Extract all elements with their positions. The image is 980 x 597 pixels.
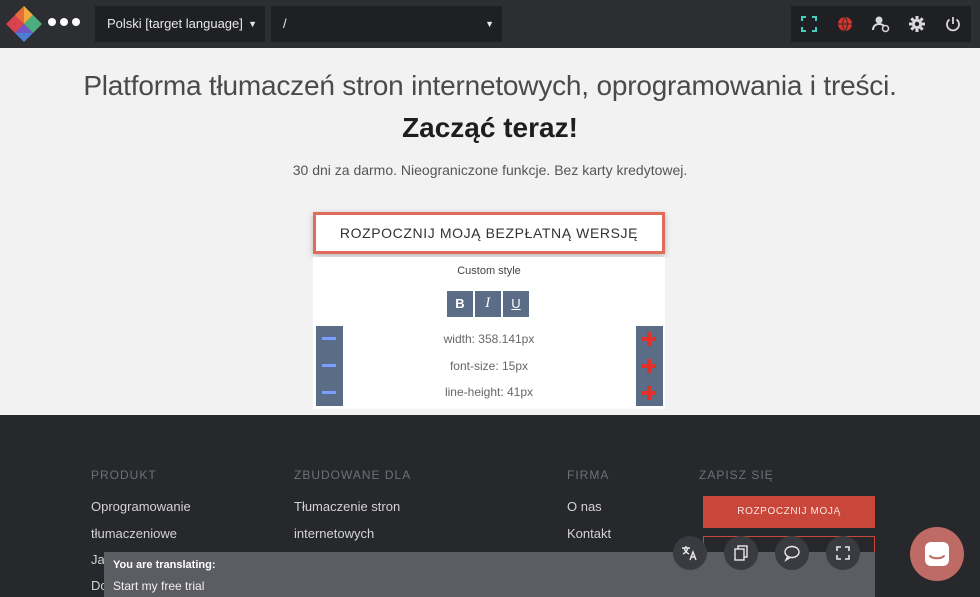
comment-button[interactable] <box>775 536 809 570</box>
globe-icon <box>838 16 852 32</box>
chevron-down-icon: ▼ <box>248 19 257 29</box>
copy-button[interactable] <box>724 536 758 570</box>
translating-label: You are translating: <box>113 559 216 571</box>
italic-button[interactable]: I <box>475 291 501 317</box>
hero-title: Platforma tłumaczeń stron internetowych,… <box>83 70 897 101</box>
increase-controls <box>636 326 663 406</box>
increase-line-height-icon[interactable] <box>642 386 656 400</box>
increase-width-icon[interactable] <box>642 332 656 346</box>
start-free-trial-button[interactable]: ROZPOCZNIJ MOJĄ BEZPŁATNĄ WERSJĘ <box>313 212 665 254</box>
footer-signup-button[interactable]: ROZPOCZNIJ MOJĄ <box>703 496 875 528</box>
editor-toolbar: Polski [target language] ▼ / ▼ <box>0 0 980 48</box>
gear-icon <box>909 16 925 32</box>
font-size-value: font-size: 15px <box>449 359 529 373</box>
footer-link[interactable]: internetowych <box>294 526 374 541</box>
language-globe-button[interactable] <box>827 6 863 42</box>
user-settings-button[interactable] <box>863 6 899 42</box>
custom-style-panel: Custom style B I U width: 358.141px font… <box>313 257 665 409</box>
logout-button[interactable] <box>935 6 971 42</box>
language-select-value: Polski [target language] <box>107 16 243 31</box>
panel-title: Custom style <box>457 265 521 277</box>
decrease-font-size-icon[interactable] <box>322 364 336 367</box>
translating-bar: You are translating: Start my free trial <box>104 552 875 597</box>
footer-heading-company: FIRMA <box>567 468 610 482</box>
decrease-line-height-icon[interactable] <box>322 391 336 394</box>
translate-icon <box>682 546 697 561</box>
width-value: width: 358.141px <box>443 332 535 346</box>
footer-heading-product: PRODUKT <box>91 468 157 482</box>
footer-heading-signup: ZAPISZ SIĘ <box>699 468 774 482</box>
copy-icon <box>734 545 748 561</box>
site-footer: PRODUKT Oprogramowanie tłumaczeniowe Ja … <box>0 415 980 597</box>
app-logo-icon[interactable] <box>5 5 43 43</box>
footer-link[interactable]: O nas <box>567 499 602 514</box>
page-path-select[interactable]: / ▼ <box>271 6 502 42</box>
translating-source-text: Start my free trial <box>113 579 205 593</box>
chevron-down-icon: ▼ <box>485 19 494 29</box>
chat-launcher-button[interactable] <box>910 527 964 581</box>
expand-button[interactable] <box>826 536 860 570</box>
footer-link[interactable]: Ja <box>91 552 105 567</box>
underline-button[interactable]: U <box>503 291 529 317</box>
footer-link[interactable]: Tłumaczenie stron <box>294 499 400 514</box>
fullscreen-button[interactable] <box>791 6 827 42</box>
user-settings-icon <box>872 16 890 33</box>
power-icon <box>946 17 960 32</box>
expand-icon <box>836 546 850 560</box>
settings-button[interactable] <box>899 6 935 42</box>
fullscreen-icon <box>801 16 817 32</box>
language-select[interactable]: Polski [target language] ▼ <box>95 6 265 42</box>
footer-link[interactable]: Oprogramowanie <box>91 499 191 514</box>
hero-note: 30 dni za darmo. Nieograniczone funkcje.… <box>292 162 688 178</box>
footer-link[interactable]: Kontakt <box>567 526 611 541</box>
hero-subtitle: Zacząć teraz! <box>402 112 578 143</box>
footer-heading-built-for: ZBUDOWANE DLA <box>294 468 412 482</box>
footer-link[interactable]: tłumaczeniowe <box>91 526 177 541</box>
more-menu-icon[interactable] <box>48 18 80 26</box>
page-path-value: / <box>283 16 287 31</box>
comment-icon <box>784 545 800 562</box>
bold-button[interactable]: B <box>447 291 473 317</box>
decrease-controls <box>316 326 343 406</box>
increase-font-size-icon[interactable] <box>642 359 656 373</box>
line-height-value: line-height: 41px <box>444 385 534 399</box>
translate-button[interactable] <box>673 536 707 570</box>
chat-icon <box>925 542 949 566</box>
decrease-width-icon[interactable] <box>322 337 336 340</box>
